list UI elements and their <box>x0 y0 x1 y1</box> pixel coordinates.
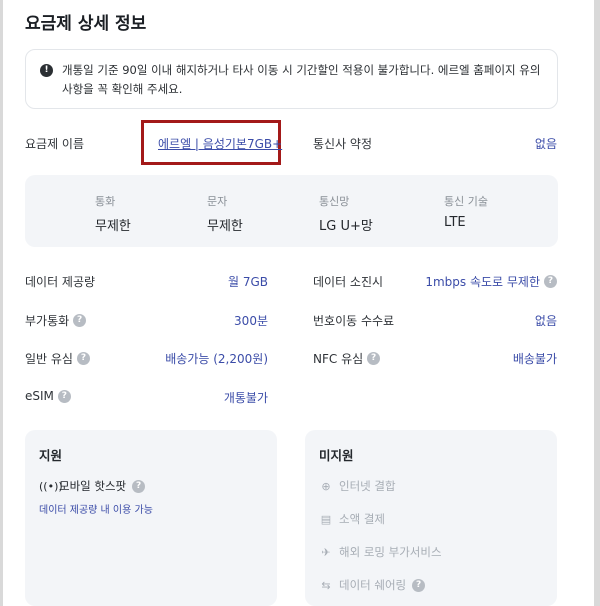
help-icon[interactable]: ? <box>76 352 90 365</box>
supported-card: 지원 ((•)) 모바일 핫스팟 ? 데이터 제공량 내 이용 가능 <box>25 430 277 606</box>
port-fee-label: 번호이동 수수료 <box>313 314 395 328</box>
feature-internet-bundle: ⊕ 인터넷 결합 <box>319 478 396 494</box>
feature-hotspot: ((•)) 모바일 핫스팟 ? <box>39 478 146 494</box>
contract-label: 통신사 약정 <box>313 137 373 151</box>
spec-summary-box: 통화 무제한 문자 무제한 통신망 LG U+망 통신 기술 LTE <box>25 175 558 247</box>
data-amount-label: 데이터 제공량 <box>25 275 96 289</box>
usim-label: 일반 유심 ? <box>25 350 90 367</box>
notice-text: 개통일 기준 90일 이내 해지하거나 타사 이동 시 기간할인 적용이 불가합… <box>62 63 541 96</box>
extra-call-value: 300분 <box>234 314 268 328</box>
usim-value: 배송가능 (2,200원) <box>165 352 268 366</box>
spec-key: 통화 <box>95 195 116 208</box>
plan-detail-panel: 요금제 상세 정보 ! 개통일 기준 90일 이내 해지하거나 타사 이동 시 … <box>3 0 594 606</box>
nfc-usim-label: NFC 유심 ? <box>313 350 381 367</box>
contract-value: 없음 <box>534 137 557 151</box>
unsupported-title: 미지원 <box>319 448 354 463</box>
data-exhausted-label: 데이터 소진시 <box>313 275 384 289</box>
feature-roaming: ✈ 해외 로밍 부가서비스 <box>319 544 442 560</box>
feature-label: 모바일 핫스팟 <box>59 479 127 493</box>
nfc-usim-value: 배송불가 <box>512 352 557 366</box>
help-icon[interactable]: ? <box>412 578 426 592</box>
spec-tech: 통신 기술 LTE <box>444 193 488 230</box>
extra-call-label: 부가통화 ? <box>25 312 87 329</box>
data-exhausted-value: 1mbps 속도로 무제한 ? <box>425 273 557 290</box>
feature-micropayment: ▤ 소액 결제 <box>319 511 385 527</box>
unsupported-card: 미지원 ⊕ 인터넷 결합 ▤ 소액 결제 ✈ 해외 로밍 부가서비스 ⇆ 데이터… <box>305 430 557 606</box>
spec-value: LG U+망 <box>319 219 373 234</box>
spec-key: 문자 <box>207 195 228 208</box>
supported-title: 지원 <box>39 448 63 463</box>
receipt-icon: ▤ <box>320 512 332 526</box>
help-icon[interactable]: ? <box>367 352 381 365</box>
spec-value: 무제한 <box>207 219 243 234</box>
spec-key: 통신망 <box>319 195 350 208</box>
port-fee-value: 없음 <box>534 314 557 328</box>
feature-label: 해외 로밍 부가서비스 <box>339 545 442 559</box>
spec-sms: 문자 무제한 <box>207 193 243 234</box>
spec-value: 무제한 <box>95 219 131 234</box>
spec-value: LTE <box>444 215 466 230</box>
share-icon: ⇆ <box>321 578 331 592</box>
help-icon[interactable]: ? <box>57 389 71 403</box>
feature-label: 소액 결제 <box>339 512 385 526</box>
page-title: 요금제 상세 정보 <box>25 14 147 34</box>
spec-key: 통신 기술 <box>444 195 488 208</box>
info-icon: ! <box>40 64 53 77</box>
esim-value: 개통불가 <box>223 391 268 405</box>
feature-label: 인터넷 결합 <box>339 479 396 493</box>
plan-name-label: 요금제 이름 <box>25 137 85 151</box>
feature-label: 데이터 쉐어링 <box>339 578 407 592</box>
spec-call: 통화 무제한 <box>95 193 131 234</box>
help-icon[interactable]: ? <box>132 479 146 493</box>
feature-data-sharing: ⇆ 데이터 쉐어링 ? <box>319 577 426 593</box>
plane-icon: ✈ <box>321 545 331 559</box>
data-amount-value: 월 7GB <box>227 275 268 289</box>
esim-label: eSIM ? <box>25 389 71 403</box>
hotspot-icon: ((•)) <box>39 479 63 493</box>
globe-icon: ⊕ <box>321 479 331 493</box>
plan-name-link[interactable]: 에르엘 | 음성기본7GB+ <box>158 135 282 152</box>
help-icon[interactable]: ? <box>73 314 87 327</box>
spec-network: 통신망 LG U+망 <box>319 193 373 234</box>
help-icon[interactable]: ? <box>544 275 557 288</box>
notice-box: ! 개통일 기준 90일 이내 해지하거나 타사 이동 시 기간할인 적용이 불… <box>25 49 558 109</box>
feature-note: 데이터 제공량 내 이용 가능 <box>39 505 153 516</box>
